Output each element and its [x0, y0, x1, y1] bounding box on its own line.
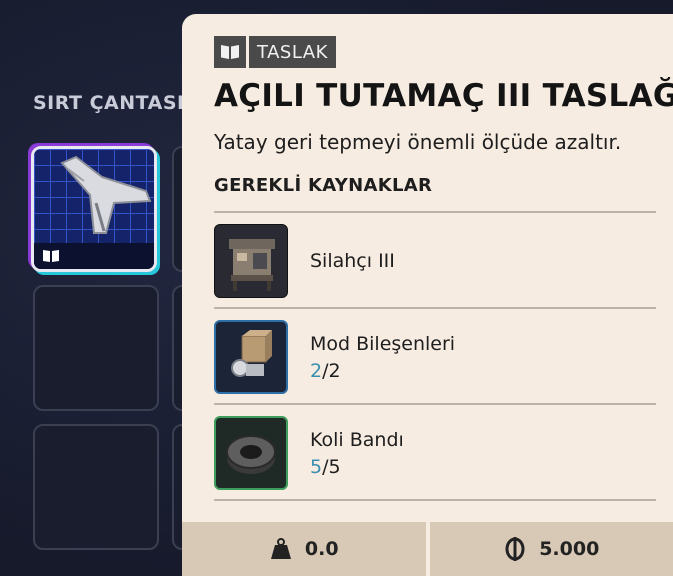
divider [214, 499, 656, 501]
quantity-have: 5 [310, 455, 323, 478]
item-stats-footer: 0.0 5.000 [182, 522, 673, 576]
duct-tape-icon [214, 416, 288, 490]
angled-grip-icon [60, 155, 152, 234]
weight-stat: 0.0 [182, 522, 426, 576]
weight-icon [270, 538, 291, 559]
price-stat: 5.000 [430, 522, 673, 576]
requirement-row[interactable]: Mod Bileşenleri 2/2 [214, 309, 656, 405]
inventory-slot[interactable] [33, 285, 159, 411]
price-value: 5.000 [539, 538, 600, 560]
inventory-slot[interactable] [33, 424, 159, 550]
requirement-row[interactable]: Koli Bandı 5/5 [214, 405, 656, 501]
inventory-title: SIRT ÇANTASI [33, 92, 185, 114]
item-type-label: TASLAK [249, 36, 336, 68]
quantity-need: 5 [328, 455, 341, 478]
blueprint-book-icon [43, 250, 59, 262]
item-type-tag: TASLAK [214, 36, 336, 68]
requirement-quantity: 2/2 [310, 360, 455, 382]
requirement-name: Mod Bileşenleri [310, 332, 456, 355]
workbench-icon [214, 224, 288, 298]
mod-components-icon [214, 320, 288, 394]
item-detail-panel: TASLAK AÇILI TUTAMAÇ III TASLAĞI Yatay g… [182, 14, 673, 576]
item-title: AÇILI TUTAMAÇ III TASLAĞI [214, 78, 673, 114]
quantity-have: 2 [310, 359, 323, 382]
item-description: Yatay geri tepmeyi önemli ölçüde azaltır… [214, 130, 622, 154]
requirement-name: Silahçı III [310, 250, 395, 272]
requirement-quantity: 5/5 [310, 456, 404, 478]
quantity-need: 2 [328, 359, 341, 382]
requirement-name: Koli Bandı [310, 428, 404, 451]
requirements-heading: GEREKLİ KAYNAKLAR [214, 175, 433, 196]
coin-icon [505, 537, 525, 561]
weight-value: 0.0 [304, 538, 339, 560]
inventory-slot-selected[interactable] [31, 146, 157, 272]
requirement-row[interactable]: Silahçı III [214, 213, 656, 309]
blueprint-book-icon [214, 36, 246, 68]
